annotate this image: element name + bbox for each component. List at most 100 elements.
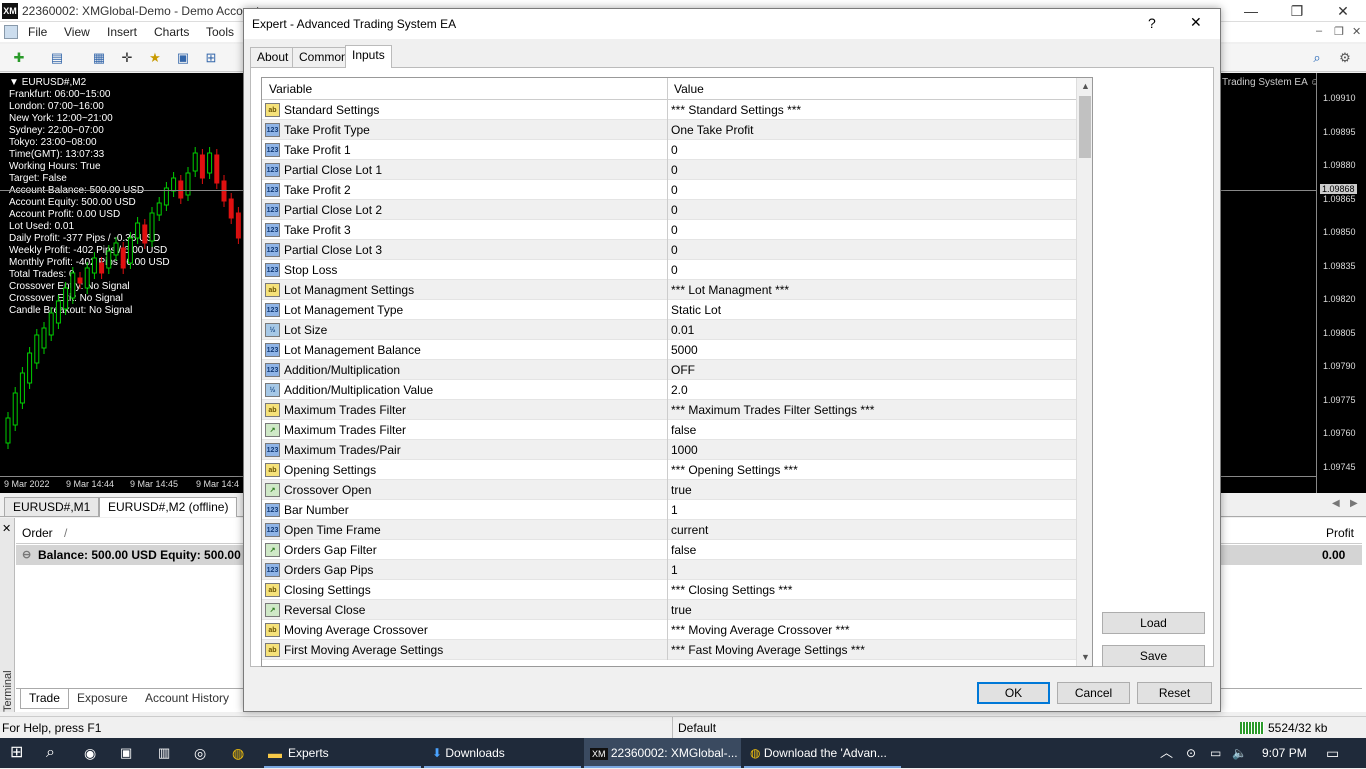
input-row[interactable]: 123 Open Time Frame current xyxy=(262,520,1076,540)
dialog-close-icon[interactable]: ✕ xyxy=(1190,14,1202,31)
taskbar-chrome-download[interactable]: ◍ Download the 'Advan... xyxy=(744,738,901,768)
search-icon[interactable]: ⌕ xyxy=(1306,48,1328,68)
reset-button[interactable]: Reset xyxy=(1137,682,1212,704)
favorites-icon[interactable]: ★ xyxy=(144,48,166,68)
tray-network-icon[interactable]: ▭ xyxy=(1210,738,1221,768)
input-value[interactable]: *** Fast Moving Average Settings *** xyxy=(671,643,865,657)
input-row[interactable]: ↗ Reversal Close true xyxy=(262,600,1076,620)
input-value[interactable]: 1000 xyxy=(671,443,698,457)
input-row[interactable]: 123 Partial Close Lot 3 0 xyxy=(262,240,1076,260)
mdi-minimize-icon[interactable]: – xyxy=(1316,25,1322,37)
input-value[interactable]: 5000 xyxy=(671,343,698,357)
scroll-thumb[interactable] xyxy=(1079,96,1091,158)
tray-volume-icon[interactable]: 🔈 xyxy=(1232,738,1247,768)
close-icon[interactable]: ✕ xyxy=(1320,0,1366,22)
load-button[interactable]: Load xyxy=(1102,612,1205,634)
scroll-down-icon[interactable]: ▼ xyxy=(1080,652,1091,662)
tray-clock[interactable]: 9:07 PM xyxy=(1262,738,1307,768)
input-row[interactable]: ab Moving Average Crossover *** Moving Av… xyxy=(262,620,1076,640)
input-value[interactable]: One Take Profit xyxy=(671,123,754,137)
input-row[interactable]: 123 Take Profit 1 0 xyxy=(262,140,1076,160)
scroll-right-icon[interactable]: ▶ xyxy=(1350,498,1358,509)
input-row[interactable]: ↗ Crossover Open true xyxy=(262,480,1076,500)
scroll-up-icon[interactable]: ▲ xyxy=(1080,81,1091,91)
input-value[interactable]: false xyxy=(671,543,696,557)
input-row[interactable]: 123 Lot Management Balance 5000 xyxy=(262,340,1076,360)
input-row[interactable]: ½ Lot Size 0.01 xyxy=(262,320,1076,340)
input-value[interactable]: 0 xyxy=(671,163,678,177)
input-row[interactable]: 123 Partial Close Lot 1 0 xyxy=(262,160,1076,180)
notifications-icon[interactable]: ▭ xyxy=(1326,738,1339,768)
input-row[interactable]: ab Maximum Trades Filter *** Maximum Trad… xyxy=(262,400,1076,420)
tab-trade[interactable]: Trade xyxy=(20,689,69,709)
input-value[interactable]: 1 xyxy=(671,563,678,577)
app-menu-icon[interactable] xyxy=(4,25,18,39)
menu-insert[interactable]: Insert xyxy=(107,25,137,39)
input-value[interactable]: *** Moving Average Crossover *** xyxy=(671,623,850,637)
col-profit[interactable]: Profit xyxy=(1326,526,1354,540)
tab-exposure[interactable]: Exposure xyxy=(69,689,136,709)
taskbar-downloads[interactable]: ⬇ Downloads xyxy=(424,738,581,768)
app-pinned-icon-1[interactable]: ◉ xyxy=(84,738,96,768)
mdi-restore-icon[interactable]: ❐ xyxy=(1334,25,1344,38)
menu-file[interactable]: File xyxy=(28,25,47,39)
taskbar-experts[interactable]: Experts xyxy=(264,738,421,768)
minimize-icon[interactable]: — xyxy=(1228,0,1274,22)
dialog-help-icon[interactable]: ? xyxy=(1148,15,1156,31)
col-order[interactable]: Order xyxy=(22,526,53,540)
input-row[interactable]: 123 Stop Loss 0 xyxy=(262,260,1076,280)
input-value[interactable]: true xyxy=(671,603,692,617)
input-value[interactable]: 0 xyxy=(671,143,678,157)
col-variable[interactable]: Variable xyxy=(269,82,312,96)
input-row[interactable]: 123 Maximum Trades/Pair 1000 xyxy=(262,440,1076,460)
menu-charts[interactable]: Charts xyxy=(154,25,189,39)
profiles-icon[interactable]: ▤ xyxy=(46,48,68,68)
input-row[interactable]: 123 Take Profit 2 0 xyxy=(262,180,1076,200)
input-row[interactable]: 123 Lot Management Type Static Lot xyxy=(262,300,1076,320)
input-row[interactable]: ab Lot Managment Settings *** Lot Managme… xyxy=(262,280,1076,300)
input-row[interactable]: ↗ Maximum Trades Filter false xyxy=(262,420,1076,440)
col-value[interactable]: Value xyxy=(674,82,704,96)
input-row[interactable]: 123 Partial Close Lot 2 0 xyxy=(262,200,1076,220)
taskbar-xm-terminal[interactable]: XM 22360002: XMGlobal-... xyxy=(584,738,741,768)
input-row[interactable]: ab Opening Settings *** Opening Settings … xyxy=(262,460,1076,480)
input-value[interactable]: *** Maximum Trades Filter Settings *** xyxy=(671,403,874,417)
tab-account-history[interactable]: Account History xyxy=(137,689,237,709)
settings-icon[interactable]: ⚙ xyxy=(1334,48,1356,68)
input-row[interactable]: ab Standard Settings *** Standard Setting… xyxy=(262,100,1076,120)
input-value[interactable]: current xyxy=(671,523,708,537)
input-value[interactable]: *** Standard Settings *** xyxy=(671,103,801,117)
new-order-icon[interactable]: ✚ xyxy=(8,48,30,68)
input-value[interactable]: *** Lot Managment *** xyxy=(671,283,789,297)
input-row[interactable]: 123 Bar Number 1 xyxy=(262,500,1076,520)
zoom-icon[interactable]: ⊞ xyxy=(200,48,222,68)
restore-icon[interactable]: ❐ xyxy=(1274,0,1320,22)
input-row[interactable]: ab First Moving Average Settings *** Fast… xyxy=(262,640,1076,660)
tray-meet-icon[interactable]: ⊙ xyxy=(1186,738,1196,768)
tab-about[interactable]: About xyxy=(250,47,296,67)
terminal-close-icon[interactable]: ✕ xyxy=(2,522,11,535)
chrome-pinned-icon[interactable]: ◍ xyxy=(232,738,244,768)
search-taskbar-icon[interactable]: ⌕ xyxy=(46,738,55,768)
input-row[interactable]: 123 Addition/Multiplication OFF xyxy=(262,360,1076,380)
chart-tab-m2-offline[interactable]: EURUSD#,M2 (offline) xyxy=(99,497,238,517)
chart-tab-m1[interactable]: EURUSD#,M1 xyxy=(4,497,100,517)
input-value[interactable]: 0 xyxy=(671,263,678,277)
input-value[interactable]: 0.01 xyxy=(671,323,694,337)
ok-button[interactable]: OK xyxy=(977,682,1050,704)
gaming-pinned-icon[interactable]: ▥ xyxy=(158,738,170,768)
input-value[interactable]: true xyxy=(671,483,692,497)
input-value[interactable]: *** Opening Settings *** xyxy=(671,463,798,477)
cancel-button[interactable]: Cancel xyxy=(1057,682,1130,704)
input-value[interactable]: 0 xyxy=(671,183,678,197)
input-value[interactable]: *** Closing Settings *** xyxy=(671,583,792,597)
scroll-left-icon[interactable]: ◀ xyxy=(1332,498,1340,509)
mdi-close-icon[interactable]: ✕ xyxy=(1352,25,1361,38)
tray-chevron-icon[interactable]: ︿ xyxy=(1160,738,1173,768)
input-row[interactable]: ↗ Orders Gap Filter false xyxy=(262,540,1076,560)
grid-scrollbar[interactable]: ▲ ▼ xyxy=(1076,78,1092,666)
input-row[interactable]: ½ Addition/Multiplication Value 2.0 xyxy=(262,380,1076,400)
input-row[interactable]: 123 Take Profit Type One Take Profit xyxy=(262,120,1076,140)
tab-inputs[interactable]: Inputs xyxy=(345,45,392,68)
input-value[interactable]: OFF xyxy=(671,363,695,377)
